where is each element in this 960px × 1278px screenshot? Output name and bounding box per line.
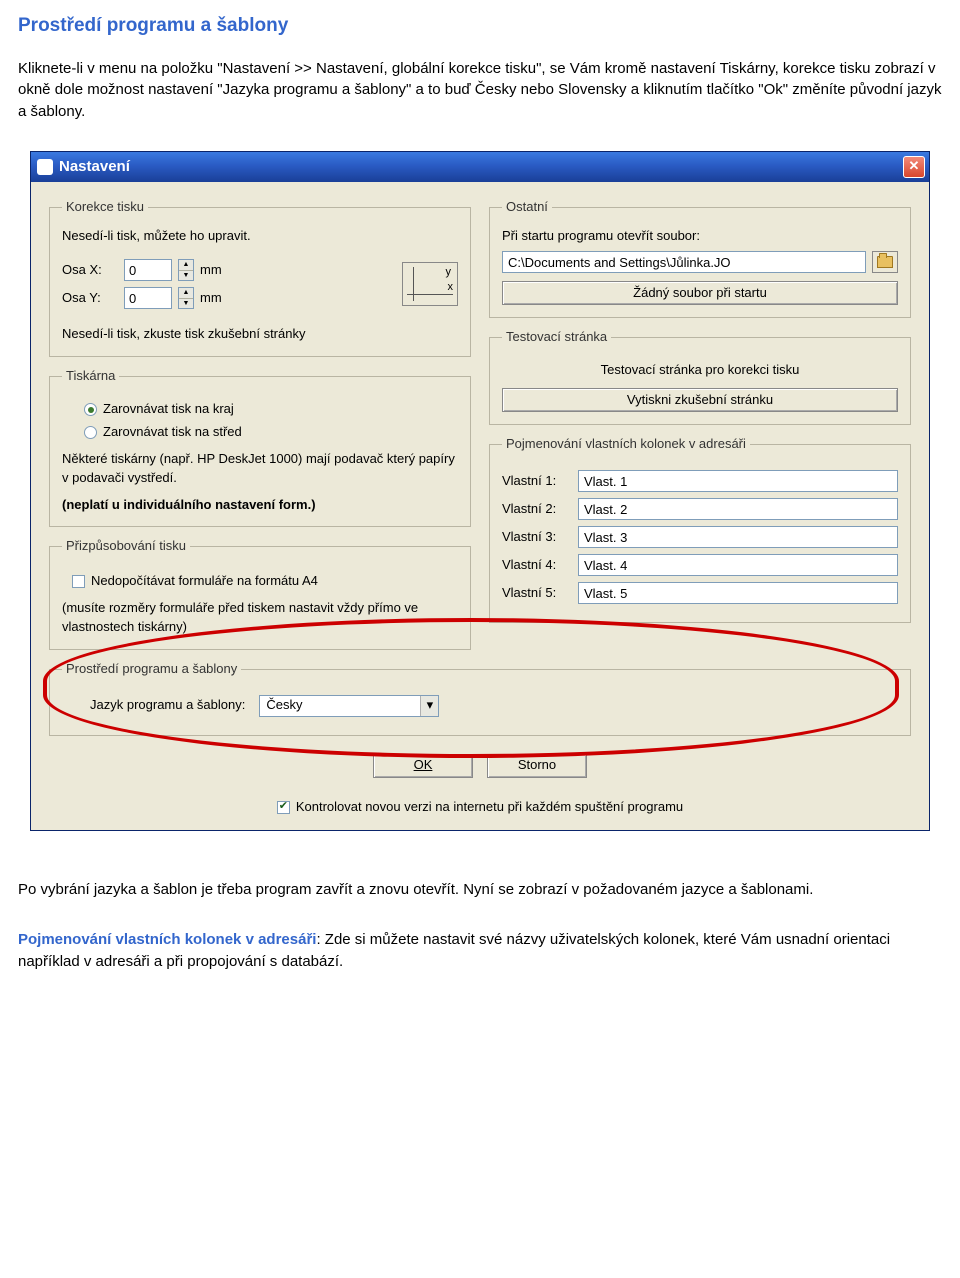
- vlastni-3-input[interactable]: [578, 526, 898, 548]
- vlastni-3-label: Vlastní 3:: [502, 528, 572, 547]
- ok-button[interactable]: OK: [373, 754, 473, 778]
- open-file-label: Při startu programu otevřít soubor:: [502, 227, 898, 246]
- group-ostatni: Ostatní Při startu programu otevřít soub…: [489, 198, 911, 319]
- close-icon[interactable]: ✕: [903, 156, 925, 178]
- checkbox-no-recalc[interactable]: [72, 575, 85, 588]
- prizp-note: (musíte rozměry formuláře před tiskem na…: [62, 599, 458, 637]
- language-label: Jazyk programu a šablony:: [90, 696, 245, 715]
- language-select[interactable]: Česky ▾: [259, 695, 439, 717]
- subsection-title: Pojmenování vlastních kolonek v adresáři: [18, 931, 316, 948]
- chevron-down-icon: ▾: [420, 696, 438, 716]
- osa-x-input[interactable]: [124, 259, 172, 281]
- osa-x-label: Osa X:: [62, 261, 118, 280]
- radio-label: Zarovnávat tisk na kraj: [103, 400, 234, 419]
- test-text: Testovací stránka pro korekci tisku: [502, 361, 898, 380]
- vlastni-1-input[interactable]: [578, 470, 898, 492]
- tiskarna-note: Některé tiskárny (např. HP DeskJet 1000)…: [62, 450, 458, 488]
- vlastni-1-label: Vlastní 1:: [502, 472, 572, 491]
- tiskarna-note-bold: (neplatí u individuálního nastavení form…: [62, 496, 458, 515]
- legend-korekce: Korekce tisku: [62, 198, 148, 217]
- checkbox-check-updates[interactable]: ✔: [277, 801, 290, 814]
- axis-x-label: x: [448, 280, 454, 296]
- startup-file-input[interactable]: [502, 251, 866, 273]
- group-prizpusobovani: Přizpůsobování tisku Nedopočítávat formu…: [49, 537, 471, 649]
- radio-align-center[interactable]: Zarovnávat tisk na střed: [84, 423, 458, 442]
- intro-paragraph: Kliknete-li v menu na položku "Nastavení…: [18, 58, 942, 123]
- vlastni-2-label: Vlastní 2:: [502, 500, 572, 519]
- group-test-page: Testovací stránka Testovací stránka pro …: [489, 328, 911, 425]
- axis-diagram: y x: [402, 262, 458, 306]
- osa-y-input[interactable]: [124, 287, 172, 309]
- radio-label: Zarovnávat tisk na střed: [103, 423, 242, 442]
- page-title: Prostředí programu a šablony: [18, 12, 942, 40]
- osa-y-spinner[interactable]: ▲▼: [178, 287, 194, 309]
- legend-env: Prostředí programu a šablony: [62, 660, 241, 679]
- folder-icon: [877, 256, 893, 268]
- browse-button[interactable]: [872, 251, 898, 273]
- subsection: Pojmenování vlastních kolonek v adresáři…: [18, 929, 942, 973]
- app-icon: [37, 159, 53, 175]
- unit-mm-x: mm: [200, 261, 222, 280]
- group-tiskarna: Tiskárna Zarovnávat tisk na kraj Zarovná…: [49, 367, 471, 527]
- korekce-note-bottom: Nesedí-li tisk, zkuste tisk zkušební str…: [62, 325, 458, 344]
- dialog-body: Korekce tisku Nesedí-li tisk, můžete ho …: [31, 182, 929, 831]
- group-prostredi: Prostředí programu a šablony Jazyk progr…: [49, 660, 911, 736]
- checkbox-updates-label: Kontrolovat novou verzi na internetu při…: [296, 798, 683, 817]
- titlebar[interactable]: Nastavení ✕: [31, 152, 929, 182]
- language-value: Česky: [266, 696, 302, 715]
- vlastni-5-label: Vlastní 5:: [502, 584, 572, 603]
- legend-prizp: Přizpůsobování tisku: [62, 537, 190, 556]
- no-startup-file-button[interactable]: Žádný soubor při startu: [502, 281, 898, 305]
- vlastni-4-label: Vlastní 4:: [502, 556, 572, 575]
- radio-align-edge[interactable]: Zarovnávat tisk na kraj: [84, 400, 458, 419]
- radio-icon: [84, 426, 97, 439]
- print-test-button[interactable]: Vytiskni zkušební stránku: [502, 388, 898, 412]
- outro-paragraph: Po vybrání jazyka a šablon je třeba prog…: [18, 879, 942, 901]
- group-pojmenovani: Pojmenování vlastních kolonek v adresáři…: [489, 435, 911, 623]
- settings-dialog: Nastavení ✕ Korekce tisku Nesedí-li tisk…: [30, 151, 930, 832]
- osa-x-spinner[interactable]: ▲▼: [178, 259, 194, 281]
- legend-tiskarna: Tiskárna: [62, 367, 119, 386]
- legend-pojm: Pojmenování vlastních kolonek v adresáři: [502, 435, 750, 454]
- unit-mm-y: mm: [200, 289, 222, 308]
- legend-ostatni: Ostatní: [502, 198, 552, 217]
- osa-y-label: Osa Y:: [62, 289, 118, 308]
- korekce-note-top: Nesedí-li tisk, můžete ho upravit.: [62, 227, 458, 246]
- legend-test: Testovací stránka: [502, 328, 611, 347]
- radio-icon: [84, 403, 97, 416]
- vlastni-5-input[interactable]: [578, 582, 898, 604]
- group-korekce-tisku: Korekce tisku Nesedí-li tisk, můžete ho …: [49, 198, 471, 358]
- checkbox-label: Nedopočítávat formuláře na formátu A4: [91, 572, 318, 591]
- vlastni-4-input[interactable]: [578, 554, 898, 576]
- vlastni-2-input[interactable]: [578, 498, 898, 520]
- dialog-title: Nastavení: [59, 156, 903, 178]
- cancel-button[interactable]: Storno: [487, 754, 587, 778]
